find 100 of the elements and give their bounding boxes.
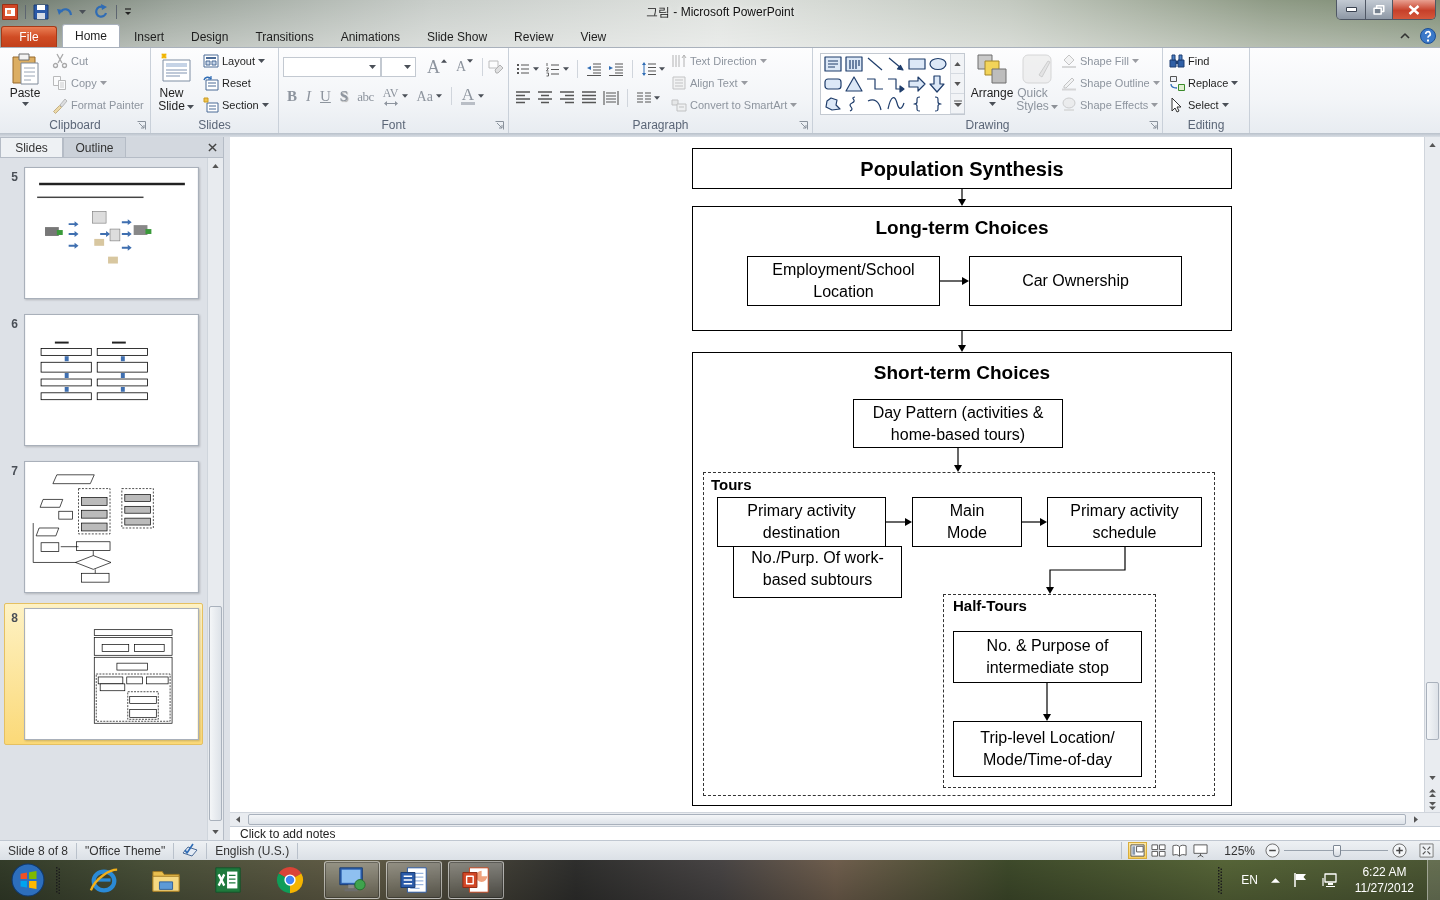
- align-left-icon[interactable]: [515, 90, 531, 106]
- zoom-slider-thumb[interactable]: [1332, 844, 1341, 857]
- font-size-field[interactable]: [380, 57, 416, 77]
- minimize-button[interactable]: [1337, 0, 1365, 19]
- elbow-connector-icon[interactable]: [865, 75, 885, 93]
- zoom-out-icon[interactable]: [1265, 843, 1280, 858]
- taskbar-button[interactable]: [448, 861, 504, 899]
- next-slide-icon[interactable]: [1429, 801, 1436, 810]
- zoom-in-icon[interactable]: [1392, 843, 1407, 858]
- reset-button[interactable]: Reset: [201, 72, 271, 94]
- scroll-right-icon[interactable]: [1414, 816, 1418, 823]
- slide-list-item[interactable]: 6: [4, 309, 203, 451]
- align-center-icon[interactable]: [537, 90, 553, 106]
- slide-list-item[interactable]: 5: [4, 162, 203, 304]
- customize-toolbar-icon[interactable]: [124, 8, 132, 16]
- scrollbar[interactable]: [1424, 137, 1440, 812]
- view-button[interactable]: [1191, 842, 1211, 859]
- pane-tab[interactable]: Slides: [0, 137, 63, 157]
- freeform-icon[interactable]: [823, 95, 843, 113]
- notes-field[interactable]: Click to add notes: [230, 827, 1440, 840]
- clock-time[interactable]: 6:22 AM: [1362, 864, 1407, 880]
- scroll-left-icon[interactable]: [236, 816, 240, 823]
- scroll-up-icon[interactable]: [954, 61, 961, 66]
- ribbon-tab[interactable]: Insert: [121, 26, 178, 47]
- arrange-button[interactable]: Arrange: [969, 50, 1015, 117]
- replace-button[interactable]: Replace: [1167, 72, 1241, 94]
- find-button[interactable]: Find: [1167, 50, 1241, 72]
- arrow-line-icon[interactable]: [886, 55, 906, 73]
- dialog-launcher-icon[interactable]: [137, 120, 146, 130]
- section-button[interactable]: Section: [201, 94, 271, 116]
- fit-to-window-icon[interactable]: [1419, 843, 1434, 858]
- ribbon-tab[interactable]: View: [567, 26, 620, 47]
- dialog-launcher-icon[interactable]: [495, 120, 504, 130]
- scroll-up-icon[interactable]: [212, 164, 219, 168]
- ribbon-tab[interactable]: Animations: [327, 26, 413, 47]
- spell-check-icon[interactable]: [182, 842, 199, 859]
- scrollbar[interactable]: [207, 158, 223, 840]
- save-icon[interactable]: [33, 4, 49, 20]
- align-right-icon[interactable]: [559, 90, 575, 106]
- slide-list-item[interactable]: 7: [4, 456, 203, 598]
- previous-slide-icon[interactable]: [1429, 788, 1436, 797]
- scroll-down-icon[interactable]: [1429, 776, 1436, 780]
- flag-icon[interactable]: [1292, 872, 1309, 888]
- scrollbar-thumb[interactable]: [209, 606, 222, 821]
- line-spacing-icon[interactable]: [641, 61, 657, 77]
- caret-icon[interactable]: [659, 67, 665, 71]
- bullets-icon[interactable]: [515, 61, 531, 77]
- shapes-gallery[interactable]: [820, 53, 965, 115]
- caret-icon[interactable]: [654, 96, 660, 100]
- font-name-field[interactable]: [283, 57, 381, 77]
- select-button[interactable]: Select: [1167, 94, 1241, 116]
- close-button[interactable]: [1392, 0, 1435, 19]
- ribbon-tab[interactable]: Design: [178, 26, 242, 47]
- ribbon-tab[interactable]: Review: [501, 26, 567, 47]
- help-icon[interactable]: [1420, 28, 1436, 44]
- clock-date[interactable]: 11/27/2012: [1354, 880, 1414, 896]
- restore-button[interactable]: [1365, 0, 1392, 19]
- increase-indent-icon[interactable]: [608, 61, 624, 77]
- view-button[interactable]: [1128, 842, 1148, 859]
- oval-icon[interactable]: [928, 55, 948, 73]
- justify-icon[interactable]: [581, 90, 597, 106]
- triangle-icon[interactable]: [844, 75, 864, 93]
- caret-icon[interactable]: [563, 67, 569, 71]
- language-indicator[interactable]: English (U.S.): [207, 842, 299, 859]
- close-icon[interactable]: [208, 142, 217, 152]
- ribbon-tab[interactable]: Transitions: [242, 26, 327, 47]
- taskbar-button[interactable]: [324, 861, 380, 899]
- text-box-icon[interactable]: [823, 55, 843, 73]
- numbering-icon[interactable]: [545, 61, 561, 77]
- pane-tab[interactable]: Outline: [63, 137, 126, 157]
- dialog-launcher-icon[interactable]: [799, 120, 808, 130]
- ribbon-tab[interactable]: Slide Show: [414, 26, 501, 47]
- taskbar-button[interactable]: [386, 861, 442, 899]
- network-icon[interactable]: [1321, 872, 1338, 888]
- scrollbar-thumb[interactable]: [1426, 682, 1439, 740]
- show-hidden-icons-icon[interactable]: [1270, 877, 1280, 883]
- show-desktop-button[interactable]: [1427, 860, 1440, 900]
- scroll-down-icon[interactable]: [954, 81, 961, 86]
- scrollbar-thumb[interactable]: [248, 814, 1406, 825]
- view-button[interactable]: [1170, 842, 1190, 859]
- start-orb-icon[interactable]: [11, 863, 45, 897]
- zoom-level-button[interactable]: 125%: [1212, 843, 1263, 858]
- ribbon-tab[interactable]: Home: [62, 24, 120, 47]
- elbow-arrow-connector-icon[interactable]: [886, 75, 906, 93]
- scrollbar[interactable]: [230, 812, 1440, 826]
- block-arrow-right-icon[interactable]: [907, 75, 927, 93]
- new-slide-button[interactable]: New Slide: [155, 50, 197, 117]
- dialog-launcher-icon[interactable]: [1149, 120, 1158, 130]
- scroll-up-icon[interactable]: [1429, 143, 1436, 147]
- file-tab[interactable]: File: [1, 26, 57, 47]
- collapse-ribbon-icon[interactable]: [1400, 33, 1410, 39]
- app-logo-icon[interactable]: [2, 4, 18, 20]
- rectangle-icon[interactable]: [907, 55, 927, 73]
- paste-button[interactable]: Paste: [4, 50, 46, 117]
- line-icon[interactable]: [865, 55, 885, 73]
- slide-list-item[interactable]: 8: [4, 603, 203, 745]
- decrease-indent-icon[interactable]: [586, 61, 602, 77]
- more-icon[interactable]: [953, 100, 962, 107]
- distributed-icon[interactable]: [603, 90, 619, 106]
- layout-button[interactable]: Layout: [201, 50, 271, 72]
